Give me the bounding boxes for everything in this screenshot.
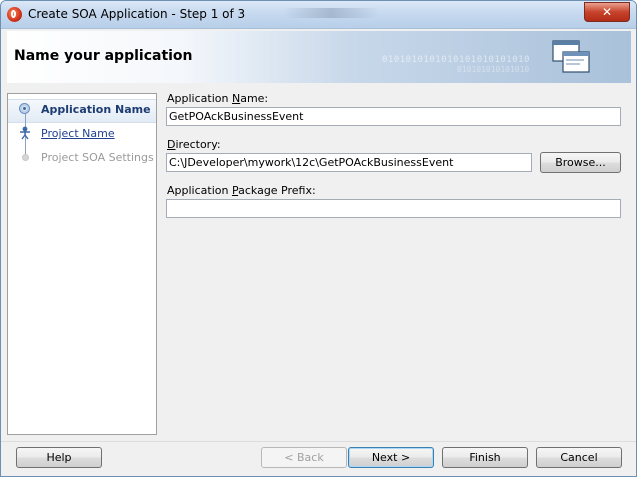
close-button[interactable]: ✕ [584,2,630,22]
application-name-label: Application Name: [167,92,268,105]
step-project-soa-settings: Project SOA Settings [41,151,154,164]
application-name-input[interactable]: GetPOAckBusinessEvent [166,107,621,126]
label-part: Application [167,92,232,105]
next-button[interactable]: Next > [348,447,434,468]
banner-binary-decoration-2: 010101010101010 [457,65,530,74]
label-part: ackage Prefix: [238,184,316,197]
label-part: Application [167,184,232,197]
current-step-icon [19,103,30,114]
package-prefix-label: Application Package Prefix: [167,184,316,197]
oracle-jdeveloper-icon [7,7,22,22]
title-bar[interactable]: Create SOA Application - Step 1 of 3 ✕ [1,1,636,29]
back-button[interactable]: < Back [261,447,347,468]
cancel-button[interactable]: Cancel [536,447,622,468]
wizard-steps-panel: Application Name Project Name Project SO… [7,93,157,435]
directory-input[interactable]: C:\JDeveloper\mywork\12c\GetPOAckBusines… [166,153,532,172]
package-prefix-input[interactable] [166,199,621,218]
label-part: ame: [240,92,269,105]
window-title: Create SOA Application - Step 1 of 3 [28,7,246,21]
label-part: irectory: [175,138,221,151]
create-soa-application-dialog: Create SOA Application - Step 1 of 3 ✕ N… [0,0,637,477]
disabled-step-icon [22,154,29,161]
browse-button[interactable]: Browse... [540,152,621,173]
footer-separator [1,441,636,442]
directory-label: Directory: [167,138,221,151]
application-windows-icon [552,40,590,73]
title-bar-glow [283,8,379,18]
step-project-name-link[interactable]: Project Name [41,127,115,140]
wizard-header-banner: Name your application 010101010101010101… [7,31,631,83]
finish-button[interactable]: Finish [442,447,528,468]
page-title: Name your application [14,48,193,64]
step-application-name[interactable]: Application Name [41,103,151,116]
label-mnemonic: N [231,92,241,105]
help-button[interactable]: Help [16,447,102,468]
step-person-icon [20,126,30,140]
banner-binary-decoration: 0101010101010101010101010 [382,55,530,65]
